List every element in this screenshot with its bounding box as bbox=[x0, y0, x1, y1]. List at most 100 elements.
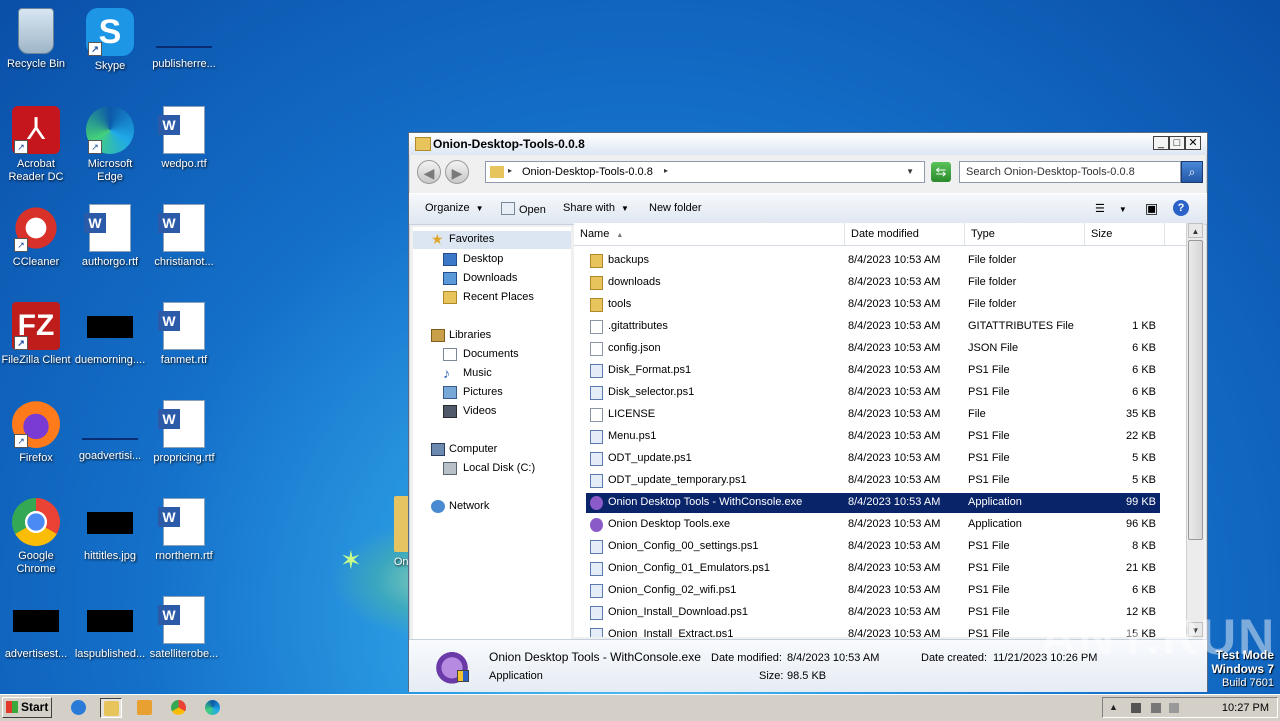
word-document-icon bbox=[158, 302, 205, 350]
desktop-icon-skype[interactable]: S ↗ Skype bbox=[74, 8, 146, 73]
minimize-button[interactable]: _ bbox=[1153, 136, 1169, 150]
filezilla-icon: FZ ↗ bbox=[12, 302, 60, 350]
desktop-icon-authorgo[interactable]: authorgo.rtf bbox=[74, 204, 146, 269]
desktop-icon-duemorning[interactable]: duemorning.... bbox=[74, 302, 146, 367]
column-header-size[interactable]: Size bbox=[1085, 223, 1165, 245]
nav-item-documents[interactable]: Documents bbox=[413, 346, 571, 364]
change-view-button[interactable]: ☰ ▼ bbox=[1095, 202, 1127, 215]
help-icon[interactable]: ? bbox=[1173, 200, 1189, 216]
scroll-up-icon[interactable]: ▲ bbox=[1188, 223, 1203, 238]
nav-item-favorites[interactable]: ★ Favorites bbox=[413, 231, 571, 249]
open-button[interactable]: Open bbox=[501, 202, 546, 216]
desktop-icon-hittitles[interactable]: hittitles.jpg bbox=[74, 498, 146, 563]
maximize-button[interactable]: □ bbox=[1169, 136, 1185, 150]
search-icon[interactable]: ⌕ bbox=[1181, 161, 1203, 183]
back-button[interactable]: ◀ bbox=[417, 160, 441, 184]
navigation-pane: ★ Favorites Desktop Downloads Recent Pla… bbox=[413, 227, 571, 639]
network-status-icon[interactable] bbox=[1131, 703, 1141, 713]
file-row[interactable]: LICENSE 8/4/2023 10:53 AM File 35 KB bbox=[586, 405, 1160, 425]
clock[interactable]: 10:27 PM bbox=[1222, 702, 1269, 714]
preview-pane-icon[interactable]: ▣ bbox=[1145, 200, 1158, 217]
volume-icon[interactable] bbox=[1151, 703, 1161, 713]
file-row[interactable]: Onion Desktop Tools.exe 8/4/2023 10:53 AM… bbox=[586, 515, 1160, 535]
column-header-date-modified[interactable]: Date modified bbox=[845, 223, 965, 245]
desktop-icon-rnorthern[interactable]: rnorthern.rtf bbox=[148, 498, 220, 563]
file-row[interactable]: .gitattributes 8/4/2023 10:53 AM GITATTRIB… bbox=[586, 317, 1160, 337]
desktop-icon-label: publisherre... bbox=[152, 58, 216, 70]
forward-button[interactable]: ▶ bbox=[445, 160, 469, 184]
file-row[interactable]: Onion_Config_02_wifi.ps1 8/4/2023 10:53 A… bbox=[586, 581, 1160, 601]
file-row[interactable]: ODT_update_temporary.ps1 8/4/2023 10:53 A… bbox=[586, 471, 1160, 491]
file-row[interactable]: Onion Desktop Tools - WithConsole.exe 8/4… bbox=[586, 493, 1160, 513]
nav-item-pictures[interactable]: Pictures bbox=[413, 384, 571, 402]
file-date-modified: 8/4/2023 10:53 AM bbox=[848, 320, 941, 332]
nav-item-downloads[interactable]: Downloads bbox=[413, 270, 571, 288]
desktop-icon-publisherre[interactable]: publisherre... bbox=[148, 8, 220, 71]
desktop-icon-chrome[interactable]: Google Chrome bbox=[0, 498, 72, 576]
desktop-icon-propricing[interactable]: propricing.rtf bbox=[148, 400, 220, 465]
column-header-type[interactable]: Type bbox=[965, 223, 1085, 245]
desktop-icon-fanmet[interactable]: fanmet.rtf bbox=[148, 302, 220, 367]
file-date-modified: 8/4/2023 10:53 AM bbox=[848, 562, 941, 574]
breadcrumb-arrow-icon[interactable]: ▸ bbox=[508, 166, 512, 175]
file-row[interactable]: Disk_selector.ps1 8/4/2023 10:53 AM PS1 Fi… bbox=[586, 383, 1160, 403]
nav-item-videos[interactable]: Videos bbox=[413, 403, 571, 421]
show-hidden-icons-icon[interactable]: ▲ bbox=[1109, 702, 1118, 712]
file-size: 1 KB bbox=[1132, 320, 1156, 332]
new-folder-button[interactable]: New folder bbox=[649, 202, 702, 214]
scrollbar-thumb[interactable] bbox=[1188, 240, 1203, 540]
taskbar-ie-button[interactable] bbox=[68, 698, 90, 718]
taskbar-chrome-button[interactable] bbox=[168, 698, 190, 718]
nav-item-recent-places[interactable]: Recent Places bbox=[413, 289, 571, 307]
file-row[interactable]: Menu.ps1 8/4/2023 10:53 AM PS1 File 22 KB bbox=[586, 427, 1160, 447]
desktop-icon-advertisest[interactable]: advertisest... bbox=[0, 596, 72, 661]
breadcrumb-path[interactable]: Onion-Desktop-Tools-0.0.8 bbox=[522, 166, 653, 178]
nav-item-music[interactable]: ♪ Music bbox=[413, 365, 571, 383]
word-document-icon bbox=[84, 204, 131, 252]
file-row[interactable]: ODT_update.ps1 8/4/2023 10:53 AM PS1 File 5… bbox=[586, 449, 1160, 469]
desktop-icon-acrobat[interactable]: ⅄ ↗ Acrobat Reader DC bbox=[0, 106, 72, 184]
desktop-icon-label: Acrobat Reader DC bbox=[8, 158, 64, 183]
share-with-button[interactable]: Share with ▼ bbox=[563, 202, 629, 214]
desktop-icon-satelliterobe[interactable]: satelliterobe... bbox=[148, 596, 220, 661]
refresh-button[interactable]: ⇆ bbox=[931, 162, 951, 182]
file-row[interactable]: tools 8/4/2023 10:53 AM File folder bbox=[586, 295, 1160, 315]
action-center-flag-icon[interactable] bbox=[1169, 703, 1179, 713]
file-name: Onion_Config_00_settings.ps1 bbox=[608, 540, 759, 552]
desktop-icon-edge[interactable]: ↗ Microsoft Edge bbox=[74, 106, 146, 184]
file-row[interactable]: config.json 8/4/2023 10:53 AM JSON File 6 K… bbox=[586, 339, 1160, 359]
nav-item-local-disk[interactable]: Local Disk (C:) bbox=[413, 460, 571, 478]
desktop-icon-ccleaner[interactable]: ↗ CCleaner bbox=[0, 204, 72, 269]
nav-item-network[interactable]: Network bbox=[413, 498, 571, 516]
taskbar-explorer-button[interactable] bbox=[100, 698, 122, 718]
close-button[interactable]: ✕ bbox=[1185, 136, 1201, 150]
desktop-icon-laspublished[interactable]: laspublished... bbox=[74, 596, 146, 661]
nav-item-desktop[interactable]: Desktop bbox=[413, 251, 571, 269]
organize-button[interactable]: Organize ▼ bbox=[425, 202, 484, 214]
file-row[interactable]: Disk_Format.ps1 8/4/2023 10:53 AM PS1 File… bbox=[586, 361, 1160, 381]
file-row[interactable]: Onion_Config_01_Emulators.ps1 8/4/2023 10… bbox=[586, 559, 1160, 579]
desktop-icon-filezilla[interactable]: FZ ↗ FileZilla Client bbox=[0, 302, 72, 367]
address-bar[interactable]: ▸ Onion-Desktop-Tools-0.0.8 ▸ ▼ bbox=[485, 161, 925, 183]
file-row[interactable]: Onion_Config_00_settings.ps1 8/4/2023 10:… bbox=[586, 537, 1160, 557]
desktop-icon-christianot[interactable]: christianot... bbox=[148, 204, 220, 269]
taskbar-media-player-button[interactable] bbox=[134, 698, 156, 718]
desktop-icon-goadvertisi[interactable]: goadvertisi... bbox=[74, 400, 146, 463]
search-input[interactable]: Search Onion-Desktop-Tools-0.0.8 bbox=[959, 161, 1181, 183]
desktop-icon-firefox[interactable]: ↗ Firefox bbox=[0, 400, 72, 465]
desktop-icon-recycle-bin[interactable]: Recycle Bin bbox=[0, 8, 72, 71]
details-size-value: 98.5 KB bbox=[787, 670, 827, 682]
address-history-dropdown-icon[interactable]: ▼ bbox=[906, 167, 914, 176]
column-header-name[interactable]: Name ▲ bbox=[574, 223, 845, 245]
file-row[interactable]: downloads 8/4/2023 10:53 AM File folder bbox=[586, 273, 1160, 293]
vertical-scrollbar[interactable]: ▲ ▼ bbox=[1186, 223, 1204, 637]
taskbar-edge-button[interactable] bbox=[202, 698, 224, 718]
file-type: PS1 File bbox=[968, 452, 1010, 464]
title-bar[interactable]: Onion-Desktop-Tools-0.0.8 _ □ ✕ bbox=[409, 133, 1207, 155]
nav-item-libraries[interactable]: Libraries bbox=[413, 327, 571, 345]
desktop-icon-wedpo[interactable]: wedpo.rtf bbox=[148, 106, 220, 171]
start-button[interactable]: Start bbox=[2, 697, 52, 718]
file-row[interactable]: backups 8/4/2023 10:53 AM File folder bbox=[586, 251, 1160, 271]
breadcrumb-arrow-icon[interactable]: ▸ bbox=[664, 166, 668, 175]
nav-item-computer[interactable]: Computer bbox=[413, 441, 571, 459]
